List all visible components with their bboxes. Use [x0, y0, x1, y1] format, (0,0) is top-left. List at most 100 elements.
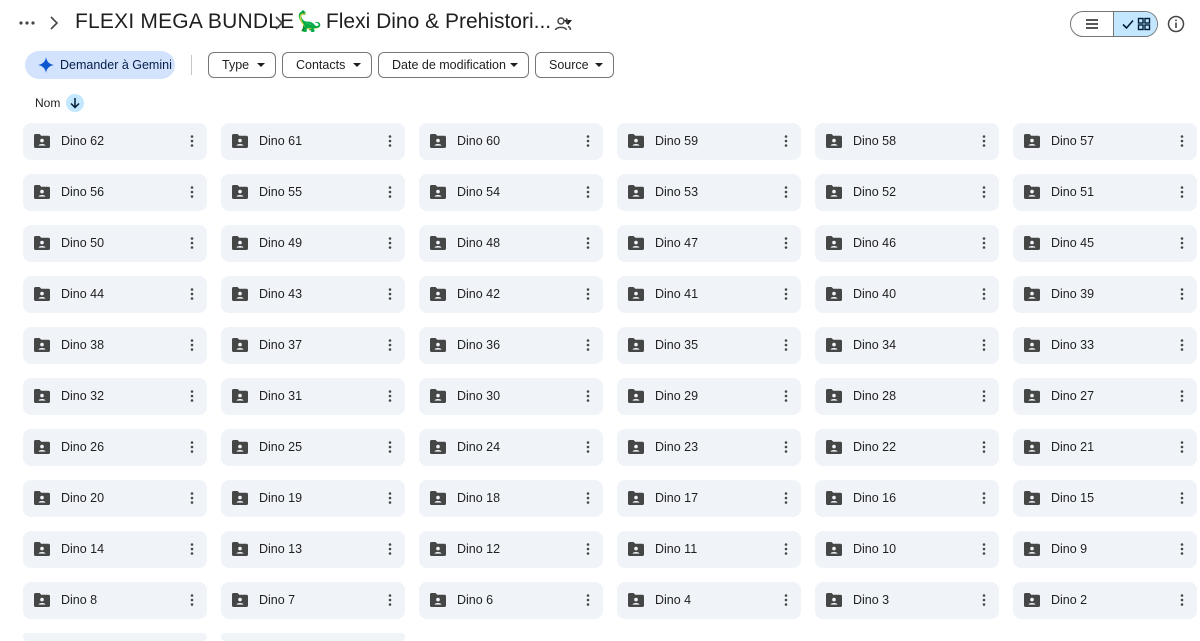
folder-card[interactable]: Dino 15 [1013, 480, 1197, 517]
more-vert-icon[interactable] [781, 337, 791, 353]
folder-card[interactable]: Dino 35 [617, 327, 801, 364]
folder-card[interactable]: Dino 2 [1013, 582, 1197, 619]
more-vert-icon[interactable] [781, 286, 791, 302]
more-vert-icon[interactable] [979, 592, 989, 608]
more-vert-icon[interactable] [385, 541, 395, 557]
more-vert-icon[interactable] [187, 286, 197, 302]
contacts-filter-chip[interactable]: Contacts [282, 52, 372, 78]
more-vert-icon[interactable] [781, 592, 791, 608]
folder-card[interactable]: Dino 21 [1013, 429, 1197, 466]
folder-card[interactable]: Dino 51 [1013, 174, 1197, 211]
more-vert-icon[interactable] [979, 184, 989, 200]
folder-card[interactable]: Dino 8 [23, 582, 207, 619]
more-vert-icon[interactable] [385, 439, 395, 455]
more-vert-icon[interactable] [583, 439, 593, 455]
folder-card[interactable]: Dino 23 [617, 429, 801, 466]
folder-card[interactable]: Dino 56 [23, 174, 207, 211]
source-filter-chip[interactable]: Source [535, 52, 614, 78]
more-vert-icon[interactable] [1177, 541, 1187, 557]
folder-card[interactable]: Dino 16 [815, 480, 999, 517]
sort-by-name[interactable]: Nom [35, 94, 85, 112]
folder-card[interactable]: Dino 61 [221, 123, 405, 160]
folder-card[interactable]: Dino 24 [419, 429, 603, 466]
folder-card[interactable]: Dino 34 [815, 327, 999, 364]
more-vert-icon[interactable] [781, 235, 791, 251]
folder-card[interactable]: Dino 37 [221, 327, 405, 364]
more-vert-icon[interactable] [385, 388, 395, 404]
more-vert-icon[interactable] [781, 541, 791, 557]
folder-card[interactable]: Dino 53 [617, 174, 801, 211]
folder-card[interactable]: Dino 33 [1013, 327, 1197, 364]
folder-card[interactable]: Dino 6 [419, 582, 603, 619]
folder-card[interactable]: Dino 31 [221, 378, 405, 415]
more-vert-icon[interactable] [979, 133, 989, 149]
more-vert-icon[interactable] [187, 439, 197, 455]
more-vert-icon[interactable] [1177, 184, 1187, 200]
more-vert-icon[interactable] [385, 337, 395, 353]
more-vert-icon[interactable] [385, 184, 395, 200]
more-vert-icon[interactable] [979, 490, 989, 506]
more-vert-icon[interactable] [979, 541, 989, 557]
folder-card[interactable]: Dino 29 [617, 378, 801, 415]
more-vert-icon[interactable] [187, 337, 197, 353]
ask-gemini-button[interactable]: Demander à Gemini [25, 51, 175, 79]
folder-card[interactable]: Dino 44 [23, 276, 207, 313]
shared-people-icon[interactable] [553, 14, 573, 34]
arrow-downward-icon[interactable] [66, 94, 85, 112]
folder-card[interactable]: Dino 26 [23, 429, 207, 466]
more-vert-icon[interactable] [1177, 337, 1187, 353]
more-vert-icon[interactable] [781, 490, 791, 506]
folder-card[interactable]: Dino 49 [221, 225, 405, 262]
folder-card[interactable]: Dino 7 [221, 582, 405, 619]
more-vert-icon[interactable] [979, 235, 989, 251]
more-vert-icon[interactable] [583, 490, 593, 506]
folder-card[interactable]: Dino 60 [419, 123, 603, 160]
type-filter-chip[interactable]: Type [208, 52, 276, 78]
more-vert-icon[interactable] [583, 133, 593, 149]
more-horiz-icon[interactable] [16, 12, 38, 34]
folder-card[interactable]: Dino 22 [815, 429, 999, 466]
folder-card[interactable]: Dino 17 [617, 480, 801, 517]
more-vert-icon[interactable] [979, 286, 989, 302]
more-vert-icon[interactable] [979, 337, 989, 353]
more-vert-icon[interactable] [1177, 133, 1187, 149]
more-vert-icon[interactable] [781, 388, 791, 404]
folder-card-partial[interactable] [23, 633, 207, 641]
folder-card[interactable]: Dino 43 [221, 276, 405, 313]
grid-view-button[interactable] [1113, 12, 1157, 36]
folder-card[interactable]: Dino 36 [419, 327, 603, 364]
folder-card[interactable]: Dino 46 [815, 225, 999, 262]
folder-card[interactable]: Dino 3 [815, 582, 999, 619]
more-vert-icon[interactable] [187, 235, 197, 251]
info-icon[interactable] [1166, 14, 1186, 34]
folder-card[interactable]: Dino 12 [419, 531, 603, 568]
folder-card[interactable]: Dino 39 [1013, 276, 1197, 313]
folder-card[interactable]: Dino 58 [815, 123, 999, 160]
more-vert-icon[interactable] [583, 388, 593, 404]
more-vert-icon[interactable] [583, 184, 593, 200]
folder-card[interactable]: Dino 27 [1013, 378, 1197, 415]
folder-card[interactable]: Dino 38 [23, 327, 207, 364]
more-vert-icon[interactable] [583, 286, 593, 302]
folder-card[interactable]: Dino 41 [617, 276, 801, 313]
more-vert-icon[interactable] [385, 490, 395, 506]
folder-card[interactable]: Dino 52 [815, 174, 999, 211]
folder-card[interactable]: Dino 47 [617, 225, 801, 262]
more-vert-icon[interactable] [187, 184, 197, 200]
more-vert-icon[interactable] [1177, 388, 1187, 404]
folder-card[interactable]: Dino 14 [23, 531, 207, 568]
folder-card[interactable]: Dino 40 [815, 276, 999, 313]
breadcrumb-root[interactable]: FLEXI MEGA BUNDLE [75, 10, 294, 34]
more-vert-icon[interactable] [1177, 490, 1187, 506]
folder-card[interactable]: Dino 25 [221, 429, 405, 466]
more-vert-icon[interactable] [187, 133, 197, 149]
folder-card[interactable]: Dino 30 [419, 378, 603, 415]
more-vert-icon[interactable] [979, 439, 989, 455]
folder-card[interactable]: Dino 19 [221, 480, 405, 517]
folder-card[interactable]: Dino 62 [23, 123, 207, 160]
more-vert-icon[interactable] [781, 439, 791, 455]
more-vert-icon[interactable] [583, 592, 593, 608]
folder-card[interactable]: Dino 11 [617, 531, 801, 568]
more-vert-icon[interactable] [385, 133, 395, 149]
more-vert-icon[interactable] [385, 592, 395, 608]
